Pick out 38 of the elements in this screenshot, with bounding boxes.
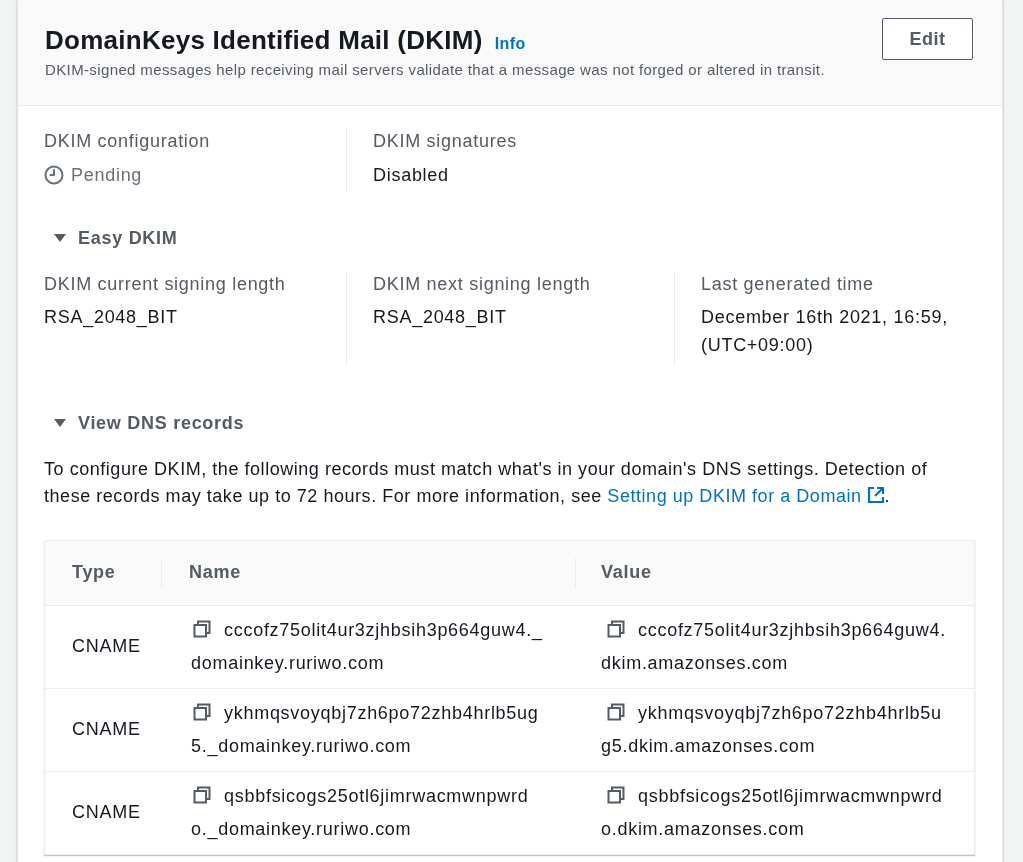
section-toggle[interactable]: View DNS records [53,410,245,436]
external-link-icon [866,486,885,504]
record-value: ykhmqsvoyqbj7zh6po72zhb4hrlb5ug5.dkim.amazonses.com [601,702,942,756]
column-header: Type [72,562,116,583]
column-header: Value [601,561,652,585]
copy-icon[interactable] [193,619,211,638]
status-text: Pending [71,164,143,187]
panel-title: DomainKeys Identified Mail (DKIM) [45,24,483,56]
table-cell: CNAME [45,771,161,854]
field-label: DKIM configuration [44,130,212,153]
field-value: RSA_2048_BIT [44,306,179,330]
dns-records-description: To configure DKIM, the following records must match what's in your domain's DNS settings. Detection of these records may take up to 72 hours. For more information, see Setting up DKIM for a Domain . [44,458,929,508]
field-label: DKIM current signing length [44,273,287,296]
copy-icon[interactable] [193,785,211,804]
copy-icon[interactable] [607,785,625,804]
record-name: cccofz75olit4ur3zjhbsih3p664guw4._domainkey.ruriwo.com [191,619,543,673]
record-value: qsbbfsicogs25otl6jimrwacmwnpwrdo.dkim.amazonses.com [601,785,943,839]
panel-description: DKIM-signed messages help receiving mail servers validate that a message was not forged or altered in transit. [45,60,825,80]
copy-icon[interactable] [607,702,625,721]
field-label: DKIM next signing length [373,273,592,296]
edit-button[interactable]: Edit [882,18,973,60]
clock-icon [44,165,64,185]
record-value: cccofz75olit4ur3zjhbsih3p664guw4.dkim.amazonses.com [601,619,946,673]
record-name: ykhmqsvoyqbj7zh6po72zhb4hrlb5ug5._domainkey.ruriwo.com [191,702,539,756]
field-value: December 16th 2021, 16:59, (UTC+09:00) [701,306,949,357]
field-label: Last generated time [701,273,875,296]
field-label: DKIM signatures [373,130,518,153]
copy-icon[interactable] [607,619,625,638]
copy-icon[interactable] [193,702,211,721]
setup-dkim-link[interactable]: Setting up DKIM for a Domain [607,486,885,506]
table-cell: CNAME [45,688,161,771]
info-link[interactable]: Info [494,32,526,56]
field-value: Disabled [373,164,450,187]
field-value: RSA_2048_BIT [373,306,508,330]
section-toggle[interactable]: Easy DKIM [53,225,178,251]
table-cell: CNAME [45,605,161,688]
record-name: qsbbfsicogs25otl6jimrwacmwnpwrdo._domainkey.ruriwo.com [191,785,529,839]
column-header: Name [189,561,241,585]
